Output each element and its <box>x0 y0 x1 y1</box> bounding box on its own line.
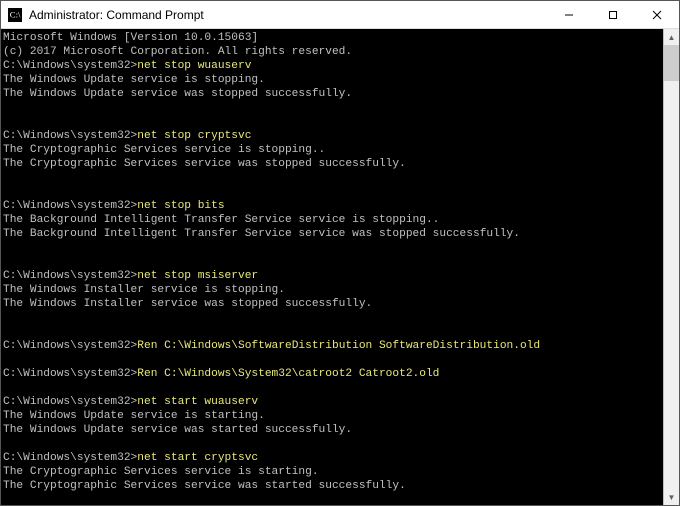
output-line: The Cryptographic Services service was s… <box>3 479 661 493</box>
output-line: The Background Intelligent Transfer Serv… <box>3 227 661 241</box>
content-area: Microsoft Windows [Version 10.0.15063](c… <box>1 29 679 505</box>
blank-line <box>3 381 661 395</box>
minimize-button[interactable] <box>547 1 591 28</box>
output-line: The Background Intelligent Transfer Serv… <box>3 213 661 227</box>
blank-line <box>3 353 661 367</box>
command-line: C:\Windows\system32>Ren C:\Windows\Syste… <box>3 367 661 381</box>
command-text: net stop bits <box>137 200 224 212</box>
prompt-text: C:\Windows\system32> <box>3 60 137 72</box>
blank-line <box>3 325 661 339</box>
command-text: net stop cryptsvc <box>137 130 251 142</box>
vertical-scrollbar[interactable]: ▲ ▼ <box>663 29 679 505</box>
output-line: The Cryptographic Services service is st… <box>3 143 661 157</box>
command-line: C:\Windows\system32>net stop wuauserv <box>3 59 661 73</box>
blank-line <box>3 101 661 115</box>
command-line: C:\Windows\system32>net start cryptsvc <box>3 451 661 465</box>
maximize-button[interactable] <box>591 1 635 28</box>
close-button[interactable] <box>635 1 679 28</box>
command-prompt-window: C:\ Administrator: Command Prompt Micros… <box>0 0 680 506</box>
blank-line <box>3 241 661 255</box>
command-text: net stop wuauserv <box>137 60 251 72</box>
output-line: The Windows Update service is stopping. <box>3 73 661 87</box>
prompt-text: C:\Windows\system32> <box>3 396 137 408</box>
cmd-icon: C:\ <box>7 7 23 23</box>
blank-line <box>3 437 661 451</box>
command-line: C:\Windows\system32>net stop msiserver <box>3 269 661 283</box>
prompt-text: C:\Windows\system32> <box>3 270 137 282</box>
command-text: Ren C:\Windows\SoftwareDistribution Soft… <box>137 340 540 352</box>
command-line: C:\Windows\system32>Ren C:\Windows\Softw… <box>3 339 661 353</box>
blank-line <box>3 493 661 505</box>
scroll-thumb[interactable] <box>664 45 679 81</box>
command-line: C:\Windows\system32>net start wuauserv <box>3 395 661 409</box>
prompt-text: C:\Windows\system32> <box>3 452 137 464</box>
output-line: The Cryptographic Services service was s… <box>3 157 661 171</box>
command-text: net start wuauserv <box>137 396 258 408</box>
blank-line <box>3 311 661 325</box>
output-line: The Cryptographic Services service is st… <box>3 465 661 479</box>
output-line: The Windows Update service was started s… <box>3 423 661 437</box>
blank-line <box>3 115 661 129</box>
prompt-text: C:\Windows\system32> <box>3 340 137 352</box>
output-line: The Windows Update service is starting. <box>3 409 661 423</box>
scroll-track[interactable] <box>664 45 679 489</box>
blank-line <box>3 171 661 185</box>
output-line: The Windows Installer service is stoppin… <box>3 283 661 297</box>
command-text: Ren C:\Windows\System32\catroot2 Catroot… <box>137 368 439 380</box>
command-text: net stop msiserver <box>137 270 258 282</box>
output-line: The Windows Installer service was stoppe… <box>3 297 661 311</box>
scroll-up-arrow[interactable]: ▲ <box>664 29 679 45</box>
command-text: net start cryptsvc <box>137 452 258 464</box>
blank-line <box>3 185 661 199</box>
window-title: Administrator: Command Prompt <box>29 8 547 22</box>
blank-line <box>3 255 661 269</box>
prompt-text: C:\Windows\system32> <box>3 368 137 380</box>
prompt-text: C:\Windows\system32> <box>3 130 137 142</box>
command-line: C:\Windows\system32>net stop bits <box>3 199 661 213</box>
command-line: C:\Windows\system32>net stop cryptsvc <box>3 129 661 143</box>
prompt-text: C:\Windows\system32> <box>3 200 137 212</box>
header-line: (c) 2017 Microsoft Corporation. All righ… <box>3 45 661 59</box>
output-line: The Windows Update service was stopped s… <box>3 87 661 101</box>
svg-text:C:\: C:\ <box>10 9 21 19</box>
titlebar[interactable]: C:\ Administrator: Command Prompt <box>1 1 679 29</box>
header-line: Microsoft Windows [Version 10.0.15063] <box>3 31 661 45</box>
scroll-down-arrow[interactable]: ▼ <box>664 489 679 505</box>
window-controls <box>547 1 679 28</box>
console-output[interactable]: Microsoft Windows [Version 10.0.15063](c… <box>1 29 663 505</box>
